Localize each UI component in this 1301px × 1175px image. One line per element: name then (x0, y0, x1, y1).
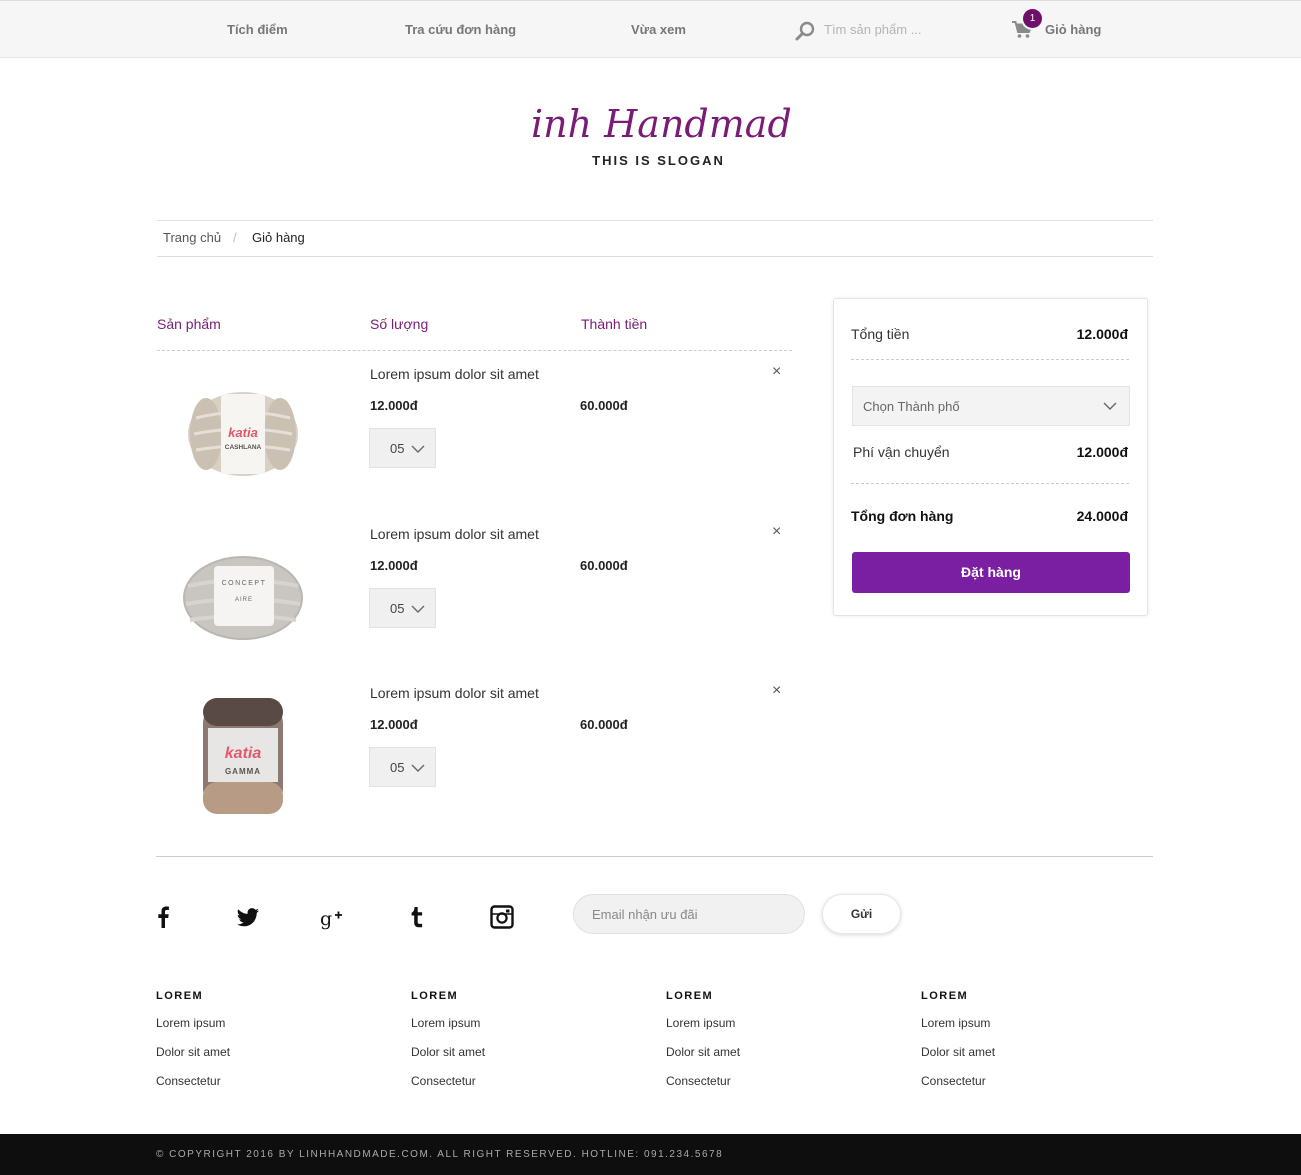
footer-link[interactable]: Lorem ipsum (921, 1016, 990, 1030)
svg-text:katia: katia (228, 425, 258, 440)
remove-item-button[interactable]: × (772, 683, 781, 699)
newsletter-send-button[interactable]: Gửi (822, 894, 901, 934)
breadcrumb: Trang chủ / Giỏ hàng (157, 220, 1153, 257)
newsletter-email-placeholder: Email nhận ưu đãi (592, 907, 698, 922)
order-total-value: 24.000đ (1076, 508, 1128, 524)
nav-recently-viewed-link[interactable]: Vừa xem (631, 22, 686, 37)
svg-text:GAMMA: GAMMA (225, 767, 261, 776)
footer-link[interactable]: Lorem ipsum (156, 1016, 225, 1030)
footer-column-title: LOREM (921, 990, 969, 1002)
product-name[interactable]: Lorem ipsum dolor sit amet (370, 685, 539, 701)
svg-text:CONCEPT: CONCEPT (222, 580, 267, 587)
svg-text:CASHLANA: CASHLANA (225, 444, 262, 451)
footer-link[interactable]: Dolor sit amet (921, 1045, 995, 1059)
product-name[interactable]: Lorem ipsum dolor sit amet (370, 366, 539, 382)
product-unit-price: 12.000đ (370, 558, 418, 573)
shipping-fee-value: 12.000đ (1076, 444, 1128, 460)
footer-link[interactable]: Consectetur (921, 1074, 986, 1088)
quantity-value: 05 (390, 601, 405, 616)
summary-divider (851, 359, 1129, 360)
cart-count-badge: 1 (1023, 9, 1042, 28)
brand-slogan: THIS IS SLOGAN (592, 153, 725, 168)
twitter-icon[interactable] (235, 904, 261, 930)
quantity-select[interactable]: 05 (369, 428, 436, 468)
footer-column-title: LOREM (666, 990, 714, 1002)
col-header-quantity: Số lượng (370, 316, 429, 332)
footer-link[interactable]: Dolor sit amet (666, 1045, 740, 1059)
svg-text:g: g (320, 908, 332, 930)
product-line-total: 60.000đ (580, 558, 628, 573)
nav-order-lookup-link[interactable]: Tra cứu đơn hàng (405, 22, 516, 37)
nav-cart-link[interactable]: Giỏ hàng (1045, 22, 1101, 37)
product-unit-price: 12.000đ (370, 398, 418, 413)
quantity-value: 05 (390, 760, 405, 775)
footer-link[interactable]: Consectetur (411, 1074, 476, 1088)
footer-link[interactable]: Consectetur (156, 1074, 221, 1088)
product-image-yarn-grey[interactable]: CONCEPT AIRE (176, 526, 309, 666)
tumblr-icon[interactable] (404, 904, 430, 930)
quantity-select[interactable]: 05 (369, 588, 436, 628)
chevron-down-icon (411, 605, 425, 613)
col-header-subtotal: Thành tiền (581, 316, 648, 332)
brand-logo-text: Linh Handmade (530, 102, 790, 146)
quantity-select[interactable]: 05 (369, 747, 436, 787)
breadcrumb-home-link[interactable]: Trang chủ (163, 230, 221, 245)
shipping-fee-label: Phí vận chuyển (853, 444, 950, 460)
footer-column-title: LOREM (156, 990, 204, 1002)
summary-total-value: 12.000đ (1076, 326, 1128, 342)
footer-link[interactable]: Dolor sit amet (156, 1045, 230, 1059)
svg-text:katia: katia (225, 745, 262, 762)
footer-link[interactable]: Lorem ipsum (666, 1016, 735, 1030)
product-image-yarn-cream[interactable]: katia CASHLANA (176, 366, 309, 506)
product-line-total: 60.000đ (580, 398, 628, 413)
product-unit-price: 12.000đ (370, 717, 418, 732)
chevron-down-icon (411, 764, 425, 772)
svg-text:AIRE: AIRE (235, 597, 253, 603)
chevron-down-icon (1103, 402, 1117, 410)
city-select-placeholder: Chọn Thành phố (863, 399, 960, 414)
product-image-yarn-brown[interactable]: katia GAMMA (176, 686, 309, 826)
remove-item-button[interactable]: × (772, 364, 781, 380)
brand-logo[interactable]: Linh Handmade (530, 95, 790, 147)
facebook-icon[interactable] (151, 904, 177, 930)
breadcrumb-separator: / (233, 230, 237, 245)
place-order-button[interactable]: Đặt hàng (852, 552, 1130, 593)
newsletter-email-input[interactable]: Email nhận ưu đãi (573, 894, 805, 934)
remove-item-button[interactable]: × (772, 524, 781, 540)
copyright-text: © COPYRIGHT 2016 BY LINHHANDMADE.COM. AL… (156, 1149, 724, 1160)
product-name[interactable]: Lorem ipsum dolor sit amet (370, 526, 539, 542)
header-divider (157, 350, 792, 351)
quantity-value: 05 (390, 441, 405, 456)
search-input[interactable]: Tìm sản phẩm ... (824, 22, 922, 37)
summary-divider (851, 483, 1129, 484)
google-plus-icon[interactable]: g (318, 904, 344, 930)
footer-column-title: LOREM (411, 990, 459, 1002)
product-line-total: 60.000đ (580, 717, 628, 732)
footer-link[interactable]: Dolor sit amet (411, 1045, 485, 1059)
copyright-bar: © COPYRIGHT 2016 BY LINHHANDMADE.COM. AL… (0, 1134, 1301, 1175)
breadcrumb-current: Giỏ hàng (252, 230, 305, 245)
footer-link[interactable]: Consectetur (666, 1074, 731, 1088)
content-footer-divider (156, 856, 1153, 857)
col-header-product: Sản phẩm (157, 316, 221, 332)
summary-total-label: Tổng tiền (851, 326, 910, 342)
footer-link[interactable]: Lorem ipsum (411, 1016, 480, 1030)
chevron-down-icon (411, 445, 425, 453)
city-select[interactable]: Chọn Thành phố (852, 386, 1130, 426)
nav-points-link[interactable]: Tích điểm (227, 22, 288, 37)
search-icon[interactable] (795, 21, 815, 41)
instagram-icon[interactable] (489, 904, 515, 930)
top-nav-bar: Tích điểm Tra cứu đơn hàng Vừa xem Tìm s… (0, 0, 1301, 58)
order-total-label: Tổng đơn hàng (851, 508, 954, 524)
